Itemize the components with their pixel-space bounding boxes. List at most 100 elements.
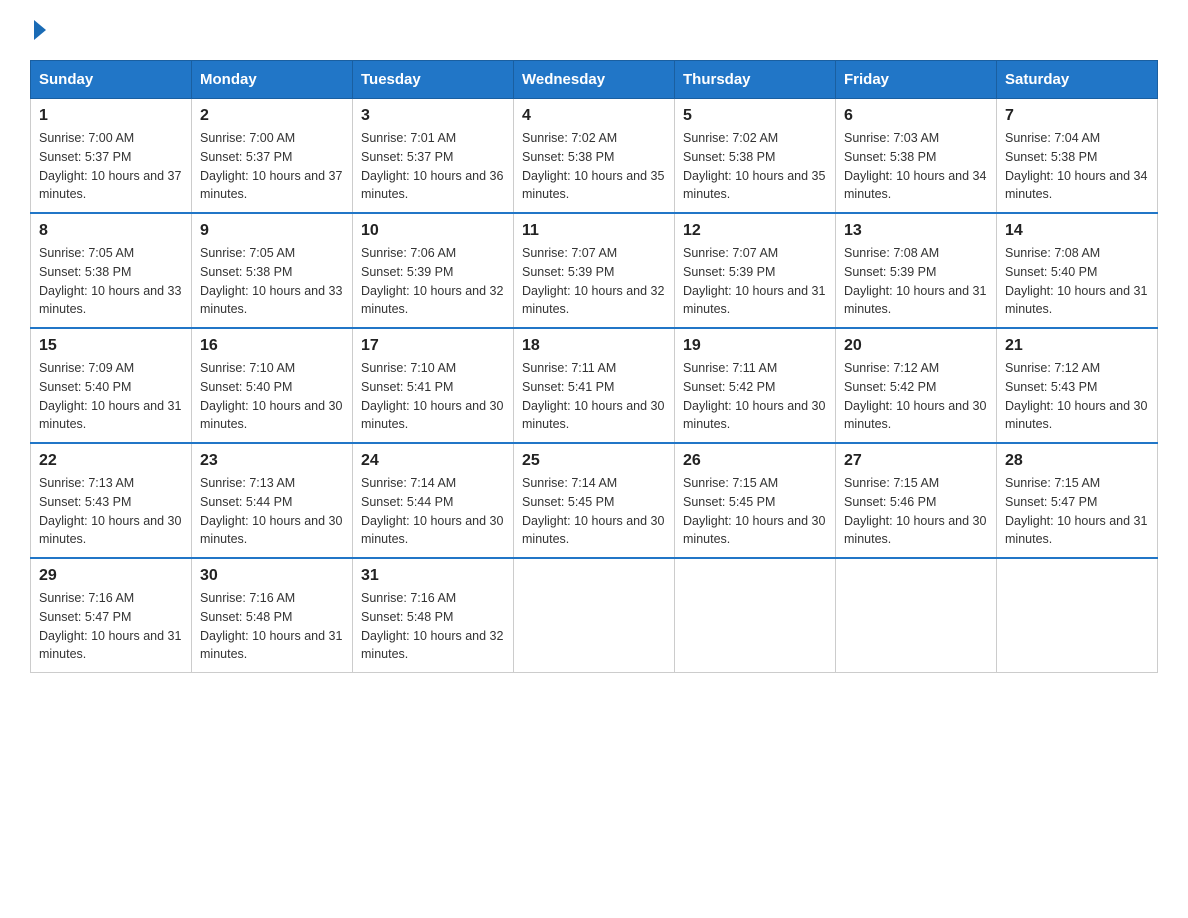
calendar-cell: 4 Sunrise: 7:02 AM Sunset: 5:38 PM Dayli… (514, 99, 675, 214)
day-number: 3 (361, 107, 505, 125)
header-thursday: Thursday (675, 61, 836, 99)
day-info: Sunrise: 7:11 AM Sunset: 5:42 PM Dayligh… (683, 359, 827, 434)
day-number: 22 (39, 452, 183, 470)
calendar-cell: 23 Sunrise: 7:13 AM Sunset: 5:44 PM Dayl… (192, 443, 353, 558)
day-info: Sunrise: 7:07 AM Sunset: 5:39 PM Dayligh… (683, 244, 827, 319)
day-number: 9 (200, 222, 344, 240)
calendar-cell: 1 Sunrise: 7:00 AM Sunset: 5:37 PM Dayli… (31, 99, 192, 214)
day-info: Sunrise: 7:14 AM Sunset: 5:44 PM Dayligh… (361, 474, 505, 549)
day-info: Sunrise: 7:10 AM Sunset: 5:41 PM Dayligh… (361, 359, 505, 434)
day-number: 25 (522, 452, 666, 470)
calendar-cell: 12 Sunrise: 7:07 AM Sunset: 5:39 PM Dayl… (675, 213, 836, 328)
calendar-cell: 26 Sunrise: 7:15 AM Sunset: 5:45 PM Dayl… (675, 443, 836, 558)
day-info: Sunrise: 7:07 AM Sunset: 5:39 PM Dayligh… (522, 244, 666, 319)
calendar-cell (836, 558, 997, 673)
calendar-cell: 17 Sunrise: 7:10 AM Sunset: 5:41 PM Dayl… (353, 328, 514, 443)
calendar-cell: 7 Sunrise: 7:04 AM Sunset: 5:38 PM Dayli… (997, 99, 1158, 214)
calendar-cell: 15 Sunrise: 7:09 AM Sunset: 5:40 PM Dayl… (31, 328, 192, 443)
calendar-cell: 24 Sunrise: 7:14 AM Sunset: 5:44 PM Dayl… (353, 443, 514, 558)
calendar-cell: 11 Sunrise: 7:07 AM Sunset: 5:39 PM Dayl… (514, 213, 675, 328)
day-info: Sunrise: 7:15 AM Sunset: 5:45 PM Dayligh… (683, 474, 827, 549)
week-row-1: 1 Sunrise: 7:00 AM Sunset: 5:37 PM Dayli… (31, 99, 1158, 214)
calendar-cell: 16 Sunrise: 7:10 AM Sunset: 5:40 PM Dayl… (192, 328, 353, 443)
calendar-cell: 2 Sunrise: 7:00 AM Sunset: 5:37 PM Dayli… (192, 99, 353, 214)
calendar-cell: 31 Sunrise: 7:16 AM Sunset: 5:48 PM Dayl… (353, 558, 514, 673)
calendar-table: SundayMondayTuesdayWednesdayThursdayFrid… (30, 60, 1158, 673)
calendar-cell: 22 Sunrise: 7:13 AM Sunset: 5:43 PM Dayl… (31, 443, 192, 558)
day-info: Sunrise: 7:08 AM Sunset: 5:39 PM Dayligh… (844, 244, 988, 319)
day-number: 1 (39, 107, 183, 125)
header-friday: Friday (836, 61, 997, 99)
day-number: 15 (39, 337, 183, 355)
day-info: Sunrise: 7:01 AM Sunset: 5:37 PM Dayligh… (361, 129, 505, 204)
calendar-cell (675, 558, 836, 673)
header-sunday: Sunday (31, 61, 192, 99)
day-number: 2 (200, 107, 344, 125)
day-info: Sunrise: 7:16 AM Sunset: 5:48 PM Dayligh… (200, 589, 344, 664)
calendar-cell: 29 Sunrise: 7:16 AM Sunset: 5:47 PM Dayl… (31, 558, 192, 673)
calendar-cell: 9 Sunrise: 7:05 AM Sunset: 5:38 PM Dayli… (192, 213, 353, 328)
calendar-cell: 20 Sunrise: 7:12 AM Sunset: 5:42 PM Dayl… (836, 328, 997, 443)
day-info: Sunrise: 7:08 AM Sunset: 5:40 PM Dayligh… (1005, 244, 1149, 319)
day-number: 11 (522, 222, 666, 240)
day-number: 21 (1005, 337, 1149, 355)
day-number: 10 (361, 222, 505, 240)
day-info: Sunrise: 7:05 AM Sunset: 5:38 PM Dayligh… (39, 244, 183, 319)
calendar-cell: 19 Sunrise: 7:11 AM Sunset: 5:42 PM Dayl… (675, 328, 836, 443)
week-row-5: 29 Sunrise: 7:16 AM Sunset: 5:47 PM Dayl… (31, 558, 1158, 673)
day-number: 5 (683, 107, 827, 125)
header-tuesday: Tuesday (353, 61, 514, 99)
calendar-cell: 14 Sunrise: 7:08 AM Sunset: 5:40 PM Dayl… (997, 213, 1158, 328)
calendar-cell (997, 558, 1158, 673)
day-number: 20 (844, 337, 988, 355)
day-info: Sunrise: 7:13 AM Sunset: 5:44 PM Dayligh… (200, 474, 344, 549)
day-number: 27 (844, 452, 988, 470)
calendar-cell: 25 Sunrise: 7:14 AM Sunset: 5:45 PM Dayl… (514, 443, 675, 558)
calendar-cell: 8 Sunrise: 7:05 AM Sunset: 5:38 PM Dayli… (31, 213, 192, 328)
day-number: 29 (39, 567, 183, 585)
calendar-header-row: SundayMondayTuesdayWednesdayThursdayFrid… (31, 61, 1158, 99)
day-info: Sunrise: 7:05 AM Sunset: 5:38 PM Dayligh… (200, 244, 344, 319)
day-info: Sunrise: 7:09 AM Sunset: 5:40 PM Dayligh… (39, 359, 183, 434)
day-info: Sunrise: 7:16 AM Sunset: 5:47 PM Dayligh… (39, 589, 183, 664)
day-number: 24 (361, 452, 505, 470)
calendar-cell: 10 Sunrise: 7:06 AM Sunset: 5:39 PM Dayl… (353, 213, 514, 328)
header-monday: Monday (192, 61, 353, 99)
day-number: 6 (844, 107, 988, 125)
day-info: Sunrise: 7:12 AM Sunset: 5:43 PM Dayligh… (1005, 359, 1149, 434)
day-number: 30 (200, 567, 344, 585)
day-info: Sunrise: 7:04 AM Sunset: 5:38 PM Dayligh… (1005, 129, 1149, 204)
header-wednesday: Wednesday (514, 61, 675, 99)
week-row-4: 22 Sunrise: 7:13 AM Sunset: 5:43 PM Dayl… (31, 443, 1158, 558)
calendar-cell: 21 Sunrise: 7:12 AM Sunset: 5:43 PM Dayl… (997, 328, 1158, 443)
week-row-2: 8 Sunrise: 7:05 AM Sunset: 5:38 PM Dayli… (31, 213, 1158, 328)
day-number: 14 (1005, 222, 1149, 240)
day-info: Sunrise: 7:11 AM Sunset: 5:41 PM Dayligh… (522, 359, 666, 434)
calendar-cell: 18 Sunrise: 7:11 AM Sunset: 5:41 PM Dayl… (514, 328, 675, 443)
calendar-cell (514, 558, 675, 673)
calendar-cell: 6 Sunrise: 7:03 AM Sunset: 5:38 PM Dayli… (836, 99, 997, 214)
day-info: Sunrise: 7:15 AM Sunset: 5:47 PM Dayligh… (1005, 474, 1149, 549)
day-number: 16 (200, 337, 344, 355)
logo (30, 20, 48, 40)
day-info: Sunrise: 7:03 AM Sunset: 5:38 PM Dayligh… (844, 129, 988, 204)
day-info: Sunrise: 7:02 AM Sunset: 5:38 PM Dayligh… (683, 129, 827, 204)
day-info: Sunrise: 7:00 AM Sunset: 5:37 PM Dayligh… (200, 129, 344, 204)
day-number: 8 (39, 222, 183, 240)
page-header (30, 20, 1158, 40)
day-info: Sunrise: 7:12 AM Sunset: 5:42 PM Dayligh… (844, 359, 988, 434)
header-saturday: Saturday (997, 61, 1158, 99)
day-number: 23 (200, 452, 344, 470)
day-info: Sunrise: 7:13 AM Sunset: 5:43 PM Dayligh… (39, 474, 183, 549)
day-number: 4 (522, 107, 666, 125)
day-number: 26 (683, 452, 827, 470)
day-number: 13 (844, 222, 988, 240)
day-info: Sunrise: 7:14 AM Sunset: 5:45 PM Dayligh… (522, 474, 666, 549)
day-info: Sunrise: 7:02 AM Sunset: 5:38 PM Dayligh… (522, 129, 666, 204)
logo-triangle-icon (34, 20, 46, 40)
day-number: 31 (361, 567, 505, 585)
calendar-cell: 30 Sunrise: 7:16 AM Sunset: 5:48 PM Dayl… (192, 558, 353, 673)
day-number: 7 (1005, 107, 1149, 125)
day-info: Sunrise: 7:10 AM Sunset: 5:40 PM Dayligh… (200, 359, 344, 434)
day-number: 12 (683, 222, 827, 240)
